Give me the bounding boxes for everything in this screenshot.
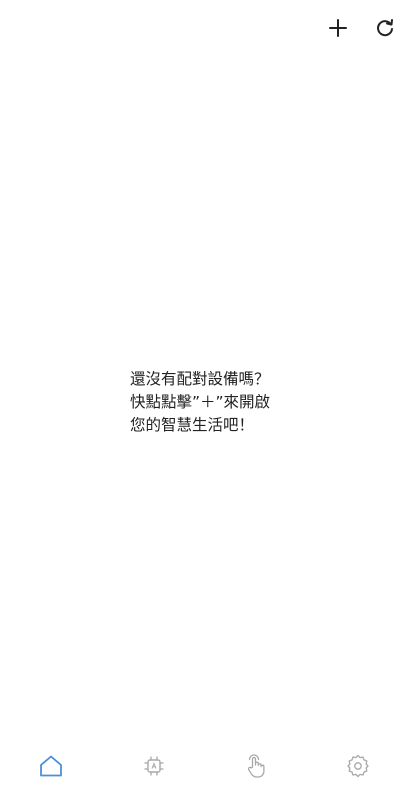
- nav-scene-tab[interactable]: [234, 748, 278, 784]
- empty-state-message: 還沒有配對設備嗎？ 快點點擊”＋”來開啟 您的智慧生活吧！: [130, 368, 300, 437]
- add-device-button[interactable]: [324, 14, 352, 42]
- nav-automation-tab[interactable]: [132, 748, 176, 784]
- tap-hand-icon: [247, 754, 265, 778]
- nav-settings-tab[interactable]: [336, 748, 380, 784]
- top-bar: [0, 0, 409, 56]
- automation-chip-icon: [144, 756, 164, 776]
- empty-state-line-1: 還沒有配對設備嗎？: [130, 370, 270, 388]
- refresh-button[interactable]: [371, 14, 399, 42]
- empty-state-line-2: 快點點擊”＋”來開啟: [130, 393, 271, 411]
- refresh-icon: [377, 19, 393, 37]
- empty-state-line-3: 您的智慧生活吧！: [130, 416, 255, 434]
- plus-icon: [329, 19, 347, 37]
- bottom-navigation: [0, 744, 409, 800]
- settings-gear-icon: [347, 754, 369, 778]
- nav-home-tab[interactable]: [29, 748, 73, 784]
- home-icon: [40, 755, 62, 777]
